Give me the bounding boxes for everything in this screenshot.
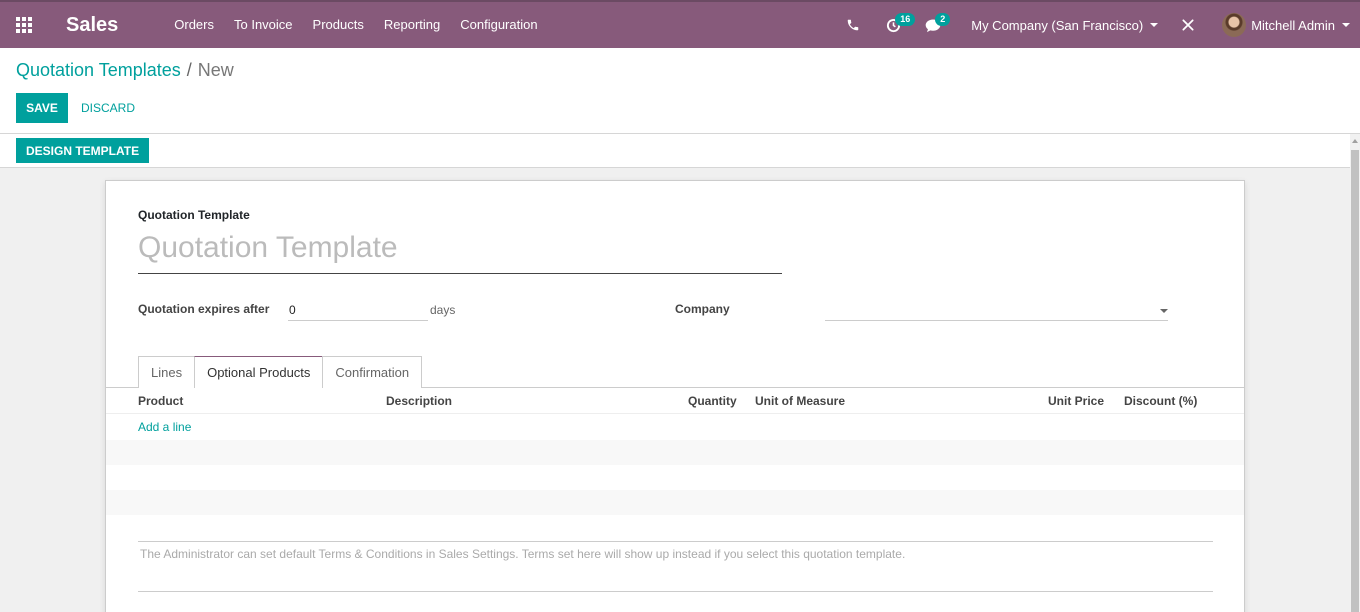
column-header-discount[interactable]: Discount (%) (1124, 394, 1197, 408)
phone-icon[interactable] (833, 2, 873, 48)
menu-item-products[interactable]: Products (303, 2, 374, 48)
menu-item-reporting[interactable]: Reporting (374, 2, 450, 48)
chevron-down-icon (1150, 23, 1159, 27)
table-row (106, 490, 1244, 515)
form-statusbar: DESIGN TEMPLATE (0, 134, 1350, 168)
company-switcher[interactable]: My Company (San Francisco) (953, 18, 1168, 33)
menu-item-to-invoice[interactable]: To Invoice (224, 2, 303, 48)
form-sheet: Quotation Template Quotation Template Qu… (105, 180, 1245, 612)
tab-confirmation[interactable]: Confirmation (322, 356, 423, 388)
top-navbar: Sales Orders To Invoice Products Reporti… (0, 0, 1360, 48)
company-name: My Company (San Francisco) (971, 17, 1144, 33)
avatar (1222, 13, 1247, 37)
scroll-thumb[interactable] (1351, 150, 1359, 612)
company-select[interactable] (825, 301, 1168, 321)
control-panel: Quotation Templates / New SAVE DISCARD (0, 48, 1360, 134)
breadcrumb-separator: / (186, 60, 192, 80)
table-row (106, 415, 1244, 440)
scroll-up-icon[interactable] (1350, 134, 1360, 148)
column-header-product[interactable]: Product (138, 394, 183, 408)
chevron-down-icon (1342, 23, 1350, 27)
main-menu: Orders To Invoice Products Reporting Con… (164, 2, 547, 48)
user-menu[interactable]: Mitchell Admin (1208, 13, 1350, 37)
column-header-description[interactable]: Description (386, 394, 452, 408)
tab-optional-products[interactable]: Optional Products (194, 356, 324, 388)
app-title[interactable]: Sales (66, 14, 118, 37)
terms-divider (138, 541, 1213, 542)
column-header-quantity[interactable]: Quantity (688, 394, 737, 408)
template-name-input[interactable]: Quotation Template (138, 228, 782, 274)
debug-tools-icon[interactable] (1168, 2, 1208, 48)
table-header: Product Description Quantity Unit of Mea… (106, 388, 1244, 414)
tab-lines[interactable]: Lines (138, 356, 196, 388)
vertical-scrollbar[interactable] (1350, 134, 1360, 612)
user-name: Mitchell Admin (1251, 17, 1335, 33)
menu-item-orders[interactable]: Orders (164, 2, 224, 48)
template-name-label: Quotation Template (138, 208, 250, 222)
expires-label: Quotation expires after (138, 302, 270, 316)
menu-item-configuration[interactable]: Configuration (450, 2, 547, 48)
breadcrumb-parent-link[interactable]: Quotation Templates (16, 60, 181, 80)
notebook-tabs: Lines Optional Products Confirmation (138, 356, 423, 388)
company-label: Company (675, 302, 730, 316)
breadcrumb-current: New (197, 60, 234, 80)
message-count-badge: 2 (935, 13, 951, 26)
activity-count-badge: 16 (895, 13, 916, 26)
activity-clock-icon[interactable]: 16 (873, 2, 916, 48)
breadcrumb: Quotation Templates / New (16, 60, 234, 81)
terms-divider (138, 591, 1213, 592)
design-template-button[interactable]: DESIGN TEMPLATE (16, 138, 150, 163)
discard-button[interactable]: DISCARD (77, 93, 139, 123)
expires-unit: days (430, 303, 456, 317)
table-row (106, 465, 1244, 490)
add-line-link[interactable]: Add a line (138, 420, 191, 434)
save-button[interactable]: SAVE (16, 93, 68, 123)
column-header-unit-price[interactable]: Unit Price (1048, 394, 1104, 408)
messages-icon[interactable]: 2 (913, 2, 953, 48)
table-row (106, 440, 1244, 465)
apps-menu-icon[interactable] (0, 2, 48, 48)
column-header-unit-of-measure[interactable]: Unit of Measure (755, 394, 845, 408)
terms-conditions-field[interactable]: The Administrator can set default Terms … (140, 547, 905, 561)
expires-input[interactable]: 0 (288, 301, 428, 321)
chevron-down-icon (1160, 309, 1168, 313)
